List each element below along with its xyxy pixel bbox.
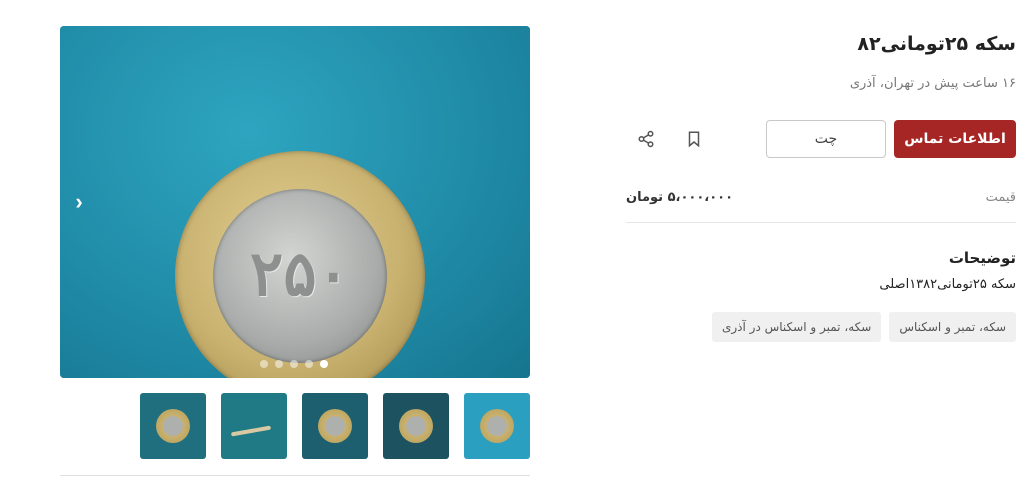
action-bar: اطلاعات تماس چت xyxy=(626,120,1016,160)
coin-numeral: ۲۵۰ xyxy=(250,237,350,310)
thumbnail[interactable] xyxy=(464,393,530,459)
gallery-dot[interactable] xyxy=(290,360,298,368)
price-row: قیمت ۵،۰۰۰،۰۰۰ تومان xyxy=(626,176,1016,223)
listing-title: سکه ۲۵تومانی۸۲ xyxy=(857,33,1016,55)
share-button[interactable] xyxy=(634,128,658,152)
thumbnail-strip xyxy=(140,393,530,459)
share-icon xyxy=(638,130,654,147)
gallery-dot[interactable] xyxy=(260,360,268,368)
description-text: سکه ۲۵تومانی۱۳۸۲اصلی xyxy=(879,277,1016,292)
listing-subtitle: ۱۶ ساعت پیش در تهران، آذری xyxy=(849,76,1016,91)
thumbnail-coin xyxy=(480,409,514,443)
thumbnail-coin xyxy=(318,409,352,443)
gallery-dot[interactable] xyxy=(275,360,283,368)
bookmark-button[interactable] xyxy=(682,128,706,152)
category-location-tag[interactable]: سکه، تمبر و اسکناس در آذری xyxy=(711,312,882,342)
thumbnail[interactable] xyxy=(221,393,287,459)
listing-details: سکه ۲۵تومانی۸۲ ۱۶ ساعت پیش در تهران، آذر… xyxy=(626,24,1016,342)
thumbnail[interactable] xyxy=(140,393,206,459)
thumbnail[interactable] xyxy=(383,393,449,459)
divider xyxy=(60,475,530,476)
image-gallery[interactable]: ۲۵۰ › xyxy=(60,26,530,378)
price-label: قیمت xyxy=(985,190,1016,205)
thumbnail-coin xyxy=(156,409,190,443)
gallery-dots xyxy=(260,360,328,368)
coin-center: ۲۵۰ xyxy=(213,189,387,363)
gallery-dot[interactable] xyxy=(305,360,313,368)
thumbnail-coin xyxy=(399,409,433,443)
tag-list: سکه، تمبر و اسکناس سکه، تمبر و اسکناس در… xyxy=(626,312,1016,342)
bookmark-icon xyxy=(688,131,700,147)
contact-info-button[interactable]: اطلاعات تماس xyxy=(894,120,1016,158)
thumbnail[interactable] xyxy=(302,393,368,459)
category-tag[interactable]: سکه، تمبر و اسکناس xyxy=(889,312,1016,342)
chat-button[interactable]: چت xyxy=(766,120,886,158)
gallery-next-button[interactable]: › xyxy=(68,186,90,218)
gallery-dot-active[interactable] xyxy=(320,360,328,368)
thumbnail-object xyxy=(230,425,272,437)
description-heading: توضیحات xyxy=(948,249,1016,267)
price-value: ۵،۰۰۰،۰۰۰ تومان xyxy=(626,190,734,205)
chevron-right-icon: › xyxy=(75,189,83,214)
